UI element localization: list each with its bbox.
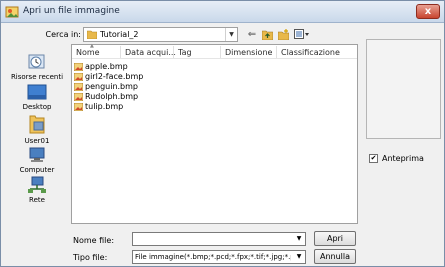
- new-folder-icon[interactable]: [278, 29, 289, 40]
- network-icon: [28, 176, 46, 193]
- chevron-down-icon[interactable]: ▼: [225, 28, 237, 41]
- place-label: Risorse recenti: [10, 73, 64, 81]
- column-size[interactable]: Dimensione: [225, 48, 272, 57]
- column-name[interactable]: Nome: [76, 48, 100, 57]
- cancel-button[interactable]: Annulla: [314, 249, 356, 264]
- file-list[interactable]: Nome ▲ Data acqui... Tag Dimensione Clas…: [71, 43, 358, 224]
- file-name: girl2-face.bmp: [85, 72, 144, 81]
- title-bar[interactable]: Apri un file immagine x: [1, 1, 444, 23]
- column-date[interactable]: Data acqui...: [125, 48, 176, 57]
- place-label: Desktop: [22, 103, 52, 111]
- folder-icon: [87, 30, 97, 39]
- filename-input[interactable]: ▼: [132, 232, 306, 246]
- place-label: Rete: [29, 196, 45, 204]
- column-separator[interactable]: [276, 46, 277, 58]
- column-separator[interactable]: [120, 46, 121, 58]
- place-network[interactable]: Rete: [7, 176, 67, 204]
- bmp-file-icon: [74, 93, 83, 101]
- back-arrow-icon[interactable]: ⇐: [245, 27, 259, 42]
- place-label: User01: [24, 137, 50, 145]
- open-button[interactable]: Apri: [314, 231, 356, 246]
- bmp-file-icon: [74, 103, 83, 111]
- lookin-combo[interactable]: Tutorial_2 ▼: [83, 27, 238, 42]
- preview-checkbox[interactable]: ✔: [369, 154, 378, 163]
- chevron-down-icon[interactable]: ▼: [293, 251, 305, 263]
- file-name: Rudolph.bmp: [85, 92, 139, 101]
- sort-arrow-icon: ▲: [90, 43, 94, 49]
- place-user[interactable]: User01: [7, 113, 67, 145]
- bmp-file-icon: [74, 73, 83, 81]
- place-computer[interactable]: Computer: [7, 146, 67, 174]
- filetype-value: File immagine(*.bmp;*.pcd;*.fpx;*.tif;*.…: [135, 253, 291, 261]
- lookin-label: Cerca in:: [45, 30, 81, 39]
- filetype-label: Tipo file:: [73, 253, 108, 262]
- column-separator[interactable]: [173, 46, 174, 58]
- place-desktop[interactable]: Desktop: [7, 83, 67, 111]
- file-name: apple.bmp: [85, 62, 128, 71]
- window-title: Apri un file immagine: [23, 6, 120, 16]
- preview-checkbox-label[interactable]: Anteprima: [382, 154, 424, 163]
- desktop-icon: [27, 84, 47, 100]
- column-classification[interactable]: Classificazione: [281, 48, 340, 57]
- view-menu-icon[interactable]: [294, 29, 310, 40]
- preview-pane: [366, 39, 441, 139]
- file-name: tulip.bmp: [85, 102, 124, 111]
- column-tag[interactable]: Tag: [178, 48, 192, 57]
- app-icon: [5, 6, 19, 18]
- place-label: Computer: [19, 166, 55, 174]
- up-folder-icon[interactable]: [262, 29, 273, 40]
- filetype-select[interactable]: File immagine(*.bmp;*.pcd;*.fpx;*.tif;*.…: [132, 250, 306, 264]
- recent-icon: [28, 54, 45, 69]
- places-bar: Risorse recenti Desktop User01 Computer: [7, 49, 67, 209]
- file-name: penguin.bmp: [85, 82, 139, 91]
- filename-label: Nome file:: [73, 236, 115, 245]
- column-header: Nome ▲ Data acqui... Tag Dimensione Clas…: [72, 43, 357, 59]
- bmp-file-icon: [74, 63, 83, 71]
- computer-icon: [29, 147, 45, 162]
- user-folder-icon: [29, 115, 45, 134]
- chevron-down-icon[interactable]: ▼: [293, 233, 305, 245]
- lookin-value: Tutorial_2: [100, 30, 139, 39]
- open-image-dialog: Apri un file immagine x Cerca in: Tutori…: [0, 0, 445, 267]
- bmp-file-icon: [74, 83, 83, 91]
- place-recent[interactable]: Risorse recenti: [7, 53, 67, 81]
- column-separator[interactable]: [220, 46, 221, 58]
- close-button[interactable]: x: [416, 4, 440, 19]
